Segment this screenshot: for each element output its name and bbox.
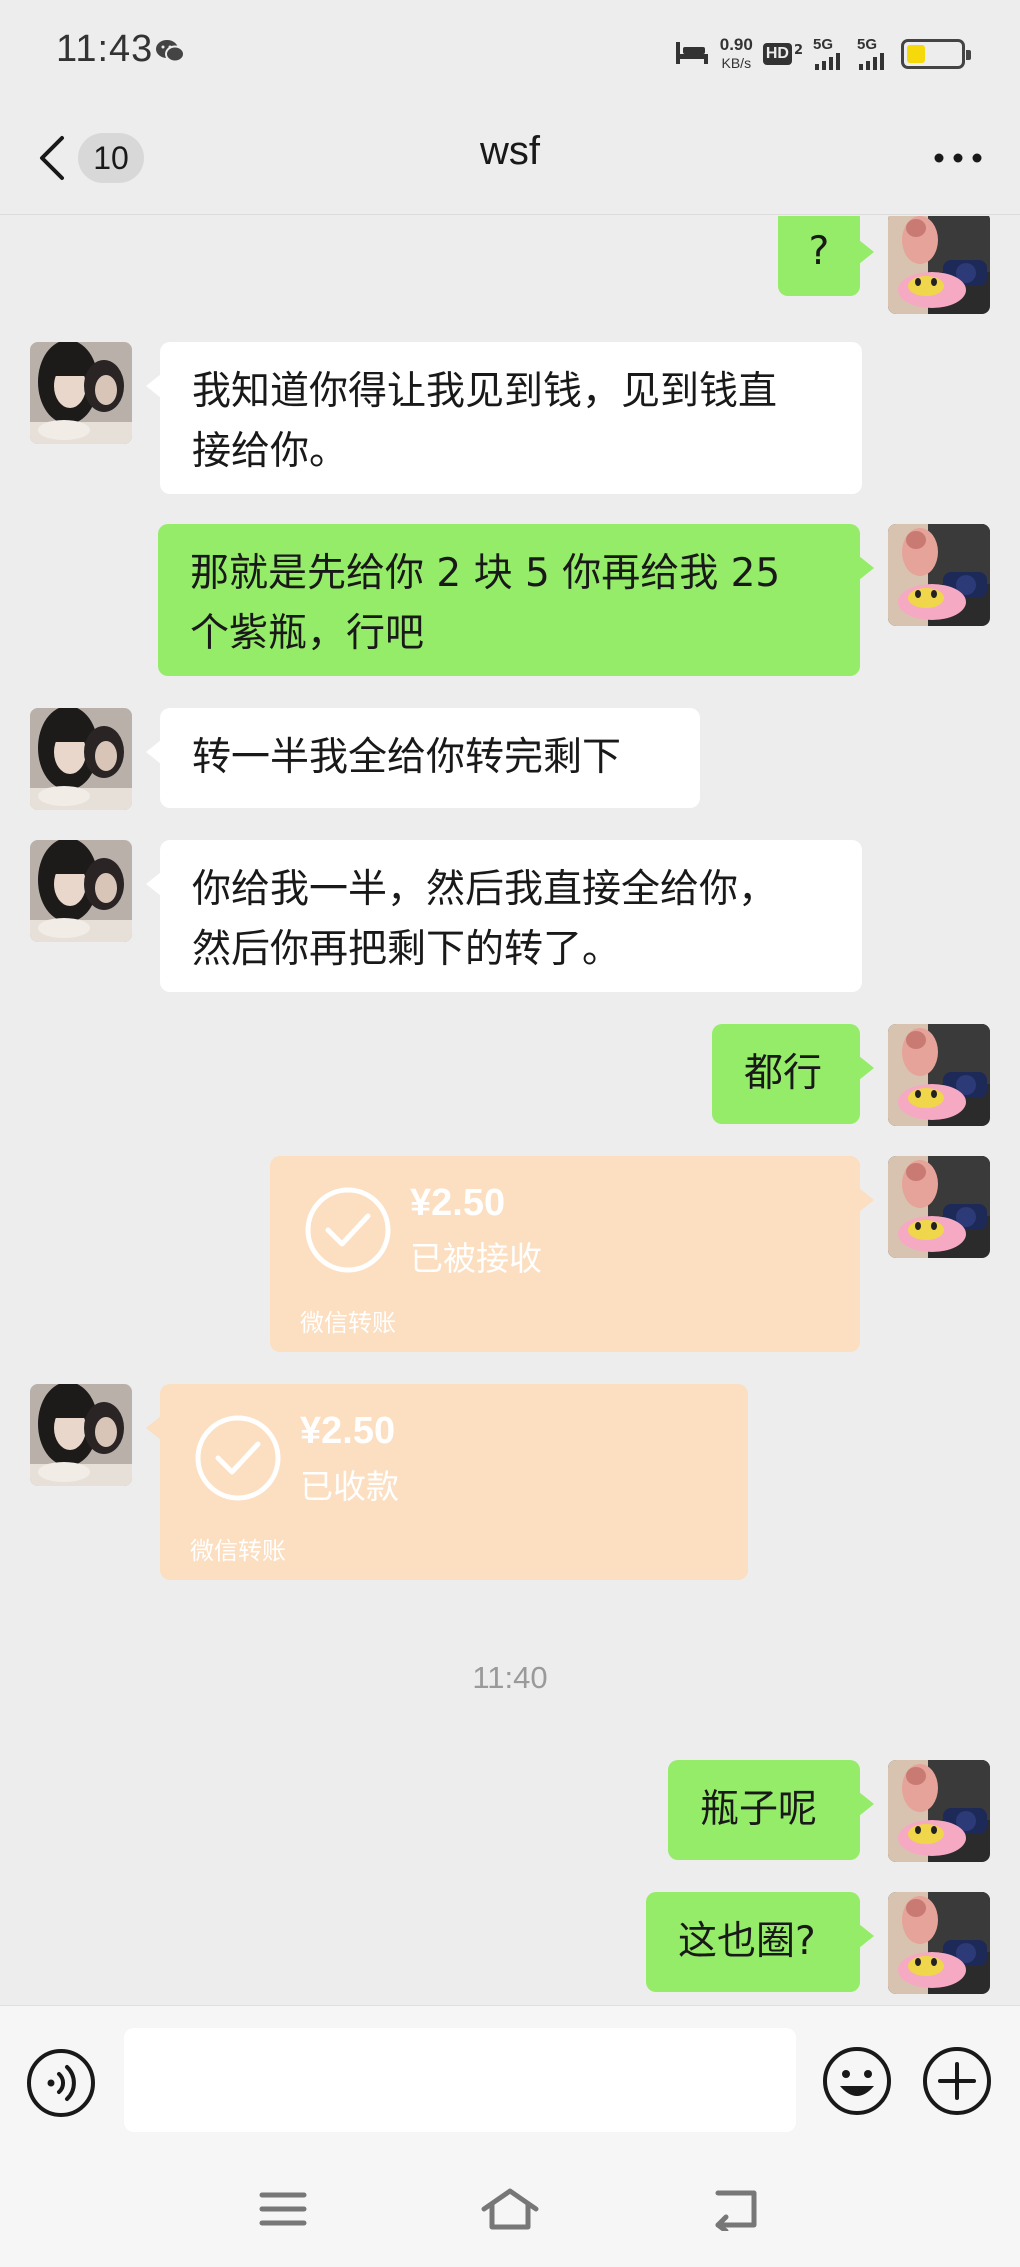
message-bubble[interactable]: ? [778,216,874,296]
network-speed-unit: KB/s [721,55,752,71]
status-time: 11:43 [56,28,154,70]
transfer-card[interactable]: ¥2.50 已收款 微信转账 [146,1384,748,1580]
message-line: 接给你。 [192,429,349,474]
recents-button[interactable] [258,2187,308,2235]
battery-level [907,45,926,63]
self-avatar[interactable] [888,1024,990,1126]
chat-input-bar [0,2005,1020,2155]
message-bubble[interactable]: 都行 [712,1024,874,1124]
system-navigation-bar [0,2155,1020,2267]
self-avatar[interactable] [888,1760,990,1862]
self-avatar[interactable] [888,1156,990,1258]
message-incoming[interactable]: 你给我一半，然后我直接全给你， 然后你再把剩下的转了。 [0,840,1020,1000]
message-line: 个紫瓶，行吧 [190,611,425,656]
message-line: 你给我一半，然后我直接全给你， [192,867,778,912]
more-dots-icon [934,153,982,163]
menu-icon [259,2192,307,2226]
message-outgoing[interactable]: 都行 [0,1024,1020,1128]
status-bar: 11:43 0.90 KB/s HD 2 5G 5G [0,0,1020,105]
chat-header: 10 wsf [0,105,1020,215]
message-bubble[interactable]: 你给我一半，然后我直接全给你， 然后你再把剩下的转了。 [146,840,862,992]
signal-strength-2: 5G [857,36,891,70]
message-input[interactable] [124,2028,796,2132]
hd-sub: 2 [793,43,803,58]
friend-avatar[interactable] [30,708,132,810]
message-line: 那就是先给你 2 块 5 你再给我 25 [190,551,781,596]
friend-avatar[interactable] [30,840,132,942]
signal-bars-icon [815,53,840,70]
signal-strength-1: 5G [813,36,847,70]
transfer-label: 微信转账 [190,1537,286,1565]
transfer-status: 已被接收 [410,1239,542,1278]
message-incoming[interactable]: 转一半我全给你转完剩下 [0,708,1020,812]
self-avatar[interactable] [888,524,990,626]
message-line: 我知道你得让我见到钱，见到钱直 [192,369,778,414]
home-icon [481,2188,539,2230]
friend-avatar[interactable] [30,342,132,444]
message-bubble[interactable]: 转一半我全给你转完剩下 [146,708,700,808]
transfer-message-incoming[interactable]: ¥2.50 已收款 微信转账 [0,1384,1020,1584]
message-bubble[interactable]: 那就是先给你 2 块 5 你再给我 25 个紫瓶，行吧 [158,524,874,676]
transfer-amount: ¥2.50 [300,1410,396,1452]
return-button[interactable] [710,2187,762,2235]
message-bubble[interactable]: 瓶子呢 [668,1760,874,1860]
message-line: 然后你再把剩下的转了。 [192,927,622,972]
check-circle-icon [194,1414,282,1502]
message-incoming[interactable]: 我知道你得让我见到钱，见到钱直 接给你。 [0,342,1020,502]
self-avatar[interactable] [888,1892,990,1994]
transfer-card[interactable]: ¥2.50 已被接收 微信转账 [270,1156,874,1352]
battery-icon [901,39,971,69]
signal-label-1: 5G [813,36,834,53]
friend-avatar[interactable] [30,1384,132,1486]
voice-icon [27,2049,95,2117]
message-list[interactable]: ? 我知道你得让我见到钱，见到钱直 接给你。 那就是先给你 2 块 5 你再给我… [0,216,1020,2006]
home-button[interactable] [480,2187,540,2235]
hd-voice-badge: HD [762,43,792,65]
emoji-icon [823,2047,891,2115]
emoji-button[interactable] [822,2046,892,2120]
signal-label-2: 5G [857,36,878,53]
more-button[interactable] [932,143,984,173]
signal-bars-icon [859,53,884,70]
transfer-amount: ¥2.50 [410,1182,506,1224]
return-icon [715,2190,757,2234]
network-speed: 0.90 KB/s [720,36,753,72]
self-avatar[interactable] [888,216,990,314]
transfer-status: 已收款 [300,1467,399,1506]
voice-button[interactable] [26,2048,96,2122]
transfer-label: 微信转账 [300,1309,396,1337]
message-outgoing[interactable]: 那就是先给你 2 块 5 你再给我 25 个紫瓶，行吧 [0,524,1020,684]
message-outgoing[interactable]: ? [0,216,1020,316]
bed-mode-icon [674,38,710,70]
wechat-notification-icon [155,38,185,68]
network-speed-value: 0.90 [719,35,753,54]
more-functions-button[interactable] [922,2046,992,2120]
message-bubble[interactable]: 这也圈? [646,1892,874,1992]
message-bubble[interactable]: 我知道你得让我见到钱，见到钱直 接给你。 [146,342,862,494]
message-outgoing[interactable]: 瓶子呢 [0,1760,1020,1864]
time-separator: 11:40 [472,1660,548,1695]
transfer-message-outgoing[interactable]: ¥2.50 已被接收 微信转账 [0,1156,1020,1356]
chat-title: wsf [480,129,540,173]
plus-icon [923,2047,991,2115]
message-outgoing[interactable]: 这也圈? [0,1892,1020,1996]
check-circle-icon [304,1186,392,1274]
